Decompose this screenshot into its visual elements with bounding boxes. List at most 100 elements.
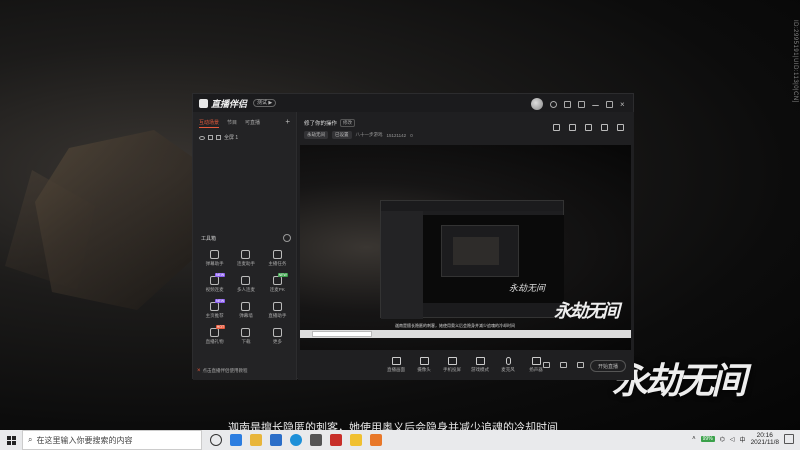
task-view-icon[interactable] <box>210 434 222 446</box>
nested-titlebar <box>381 201 563 211</box>
gift-icon: HOT <box>210 325 226 337</box>
clock-icon[interactable] <box>560 362 567 368</box>
category-chip[interactable]: 永劫无间 <box>304 131 328 139</box>
scene-item-label: 全屏 1 <box>224 135 239 141</box>
tool-video-link[interactable]: NEW 视频连麦 <box>199 273 230 293</box>
toolbox-label: 工具箱 <box>201 235 217 242</box>
tutorial-link[interactable]: × 点击直播伴侣使用教程 <box>197 368 248 374</box>
record-icon[interactable] <box>543 362 550 368</box>
subtitle-text: 迦南是擅长隐匿的刺客，她使用奥义后会隐身并减少追魂的冷却时间 <box>228 422 558 430</box>
control-camera[interactable]: 摄像头 <box>410 357 438 373</box>
mail-icon[interactable] <box>564 100 571 108</box>
background-rock <box>35 130 205 310</box>
tool-task[interactable]: 主播任务 <box>262 250 293 267</box>
tool-download[interactable]: 下载 <box>230 328 261 345</box>
ie-icon[interactable] <box>290 434 302 446</box>
stream-title-row: 修了你的操作 修改 <box>304 119 356 127</box>
home-rec-icon: NEW <box>210 299 226 311</box>
new-badge: NEW <box>277 273 288 277</box>
live-preview[interactable]: 永劫无间 永劫无间 迦南是擅长隐匿的刺客，她使用奥义后会隐身并减少追魂的冷却时间 <box>300 145 631 350</box>
lock-icon[interactable] <box>569 124 576 131</box>
tool-live-help[interactable]: 直播助手 <box>262 302 293 319</box>
lock-icon[interactable] <box>208 135 213 140</box>
control-phone-cast[interactable]: 手机投屏 <box>438 357 466 373</box>
taskbar-search[interactable]: ⌕ 在这里输入你要搜索的内容 <box>22 430 202 450</box>
nested-inner-scene <box>453 237 499 265</box>
start-button[interactable] <box>0 430 22 450</box>
file-explorer-icon[interactable] <box>250 434 262 446</box>
control-mic[interactable]: 麦克风 <box>494 357 522 373</box>
control-label: 扬声器 <box>529 367 543 372</box>
control-screen[interactable]: 直播画面 <box>382 357 410 373</box>
nested-game-logo: 永劫无间 <box>509 284 546 294</box>
notification-icon[interactable] <box>784 434 794 444</box>
settings-icon[interactable] <box>577 362 584 368</box>
tool-label: 连麦PK <box>269 287 285 292</box>
mic-icon <box>505 357 511 365</box>
tool-label: 视频连麦 <box>205 287 224 292</box>
layout-icon[interactable] <box>553 124 560 131</box>
viewer-count: 0 <box>410 132 413 138</box>
tool-more[interactable]: 更多 <box>262 328 293 345</box>
tool-home-rec[interactable]: NEW 主页推荐 <box>199 299 230 319</box>
battery-indicator[interactable]: 99% <box>700 436 715 442</box>
clock[interactable]: 20:16 2021/11/8 <box>751 432 779 446</box>
clock-time: 20:16 <box>756 432 773 439</box>
add-scene-button[interactable]: + <box>285 118 290 128</box>
tool-pk[interactable]: NEW 连麦PK <box>262 273 293 293</box>
search-icon: ⌕ <box>28 435 33 444</box>
toolbox-more-icon[interactable] <box>283 234 291 242</box>
system-tray: ˄ 99% ⌬ ◁ 中 20:16 2021/11/8 <box>692 432 794 446</box>
version-badge[interactable]: 测试 ▶ <box>253 99 277 107</box>
danmaku-icon <box>210 250 220 259</box>
app-yellow-icon[interactable] <box>350 434 362 446</box>
preview-subtitle: 迦南是擅长隐匿的刺客，她使用奥义后会隐身并减少追魂的冷却时间 <box>395 323 515 328</box>
tool-label: 多人连麦 <box>236 287 255 292</box>
network-icon[interactable]: ⌬ <box>720 436 725 443</box>
control-game[interactable]: 游戏模式 <box>466 357 494 373</box>
settings-icon[interactable] <box>578 100 585 108</box>
right-tools <box>543 362 584 368</box>
tool-label: 更多 <box>272 339 282 344</box>
maximize-icon[interactable] <box>606 100 613 108</box>
tab-program[interactable]: 节目 <box>227 119 237 128</box>
start-live-button[interactable]: 开始直播 <box>590 360 626 372</box>
tab-live[interactable]: 可直播 <box>245 119 260 128</box>
control-label: 手机投屏 <box>443 367 461 372</box>
ime-indicator[interactable]: 中 <box>740 435 746 444</box>
eye-icon[interactable] <box>199 135 205 140</box>
scene-item[interactable]: 全屏 1 <box>193 128 296 147</box>
volume-icon[interactable]: ◁ <box>730 436 735 443</box>
help-icon[interactable] <box>550 100 557 108</box>
tool-group-link[interactable]: 多人连麦 <box>230 276 261 293</box>
avatar[interactable] <box>531 98 543 110</box>
mail-icon[interactable] <box>270 434 282 446</box>
app-orange-icon[interactable] <box>370 434 382 446</box>
share-screen-icon[interactable] <box>585 124 592 131</box>
edit-title-button[interactable]: 修改 <box>340 119 356 127</box>
tool-gift[interactable]: HOT 直播礼物 <box>199 325 230 345</box>
store-icon[interactable] <box>310 434 322 446</box>
tool-barrage-wall[interactable]: 弹幕墙 <box>230 302 261 319</box>
tool-mic-assist[interactable]: 连麦助手 <box>230 250 261 267</box>
tool-label: 弹幕墙 <box>239 313 253 318</box>
nested-sidebar <box>381 211 423 319</box>
status-chip[interactable]: 已设置 <box>332 131 352 139</box>
window-controls: × <box>531 98 627 110</box>
camera-icon <box>419 357 429 365</box>
nested-controls <box>423 303 564 317</box>
tray-up-icon[interactable]: ˄ <box>692 436 696 442</box>
task-icon <box>272 250 282 259</box>
nested-window-capture: 永劫无间 <box>380 200 564 319</box>
tool-danmaku[interactable]: 弹幕助手 <box>199 250 230 267</box>
close-tip-icon[interactable]: × <box>197 368 201 374</box>
minimize-icon[interactable] <box>592 102 599 106</box>
room-name: 八十一步游戏 <box>355 132 383 137</box>
bell-icon[interactable] <box>601 124 608 131</box>
new-badge: NEW <box>214 299 226 303</box>
tab-interactive-scene[interactable]: 互动场景 <box>199 119 220 128</box>
app-red-icon[interactable] <box>330 434 342 446</box>
close-icon[interactable]: × <box>620 100 627 108</box>
share-icon[interactable] <box>617 124 624 131</box>
edge-icon[interactable] <box>230 434 242 446</box>
